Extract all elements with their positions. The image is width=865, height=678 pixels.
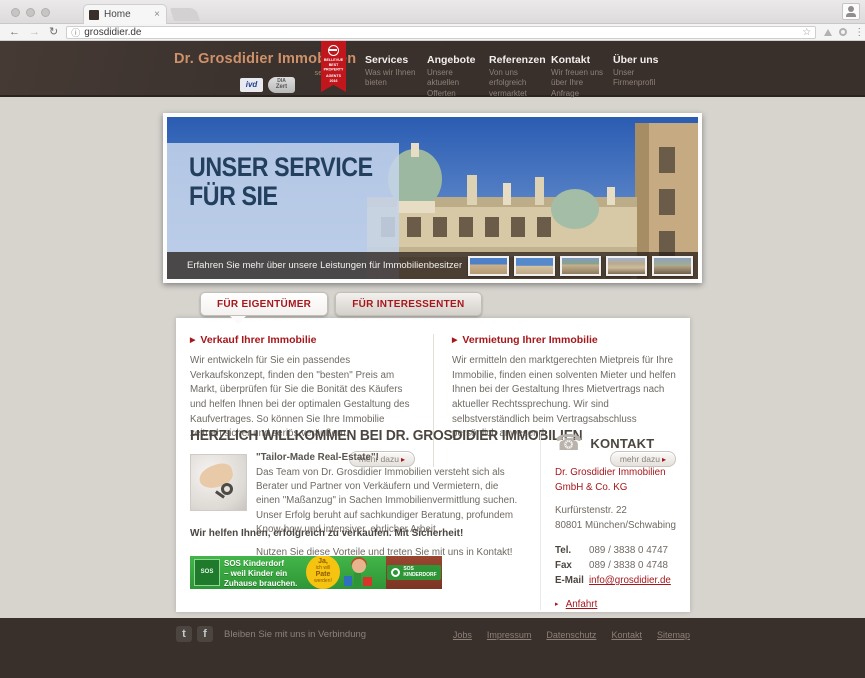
sos-emblem-icon: SOS [194,559,220,586]
hand-key-photo [190,454,247,511]
footer-links: Jobs Impressum Datenschutz Kontakt Sitem… [438,630,690,640]
extension-icon[interactable] [824,29,832,36]
contact-tel-row: Tel. 089 / 3838 0 4747 [555,543,680,558]
active-tab-pointer [230,316,246,324]
footer-link-sitemap[interactable]: Sitemap [657,630,690,640]
welcome-text: "Tailor-Made Real-Estate"! Das Team von … [256,452,518,560]
footer-link-impressum[interactable]: Impressum [487,630,532,640]
footer-link-datenschutz[interactable]: Datenschutz [546,630,596,640]
nav-item-ueber-uns[interactable]: Über uns Unser Firmenprofil [613,54,671,99]
nav-item-referenzen[interactable]: Referenzen Von uns erfolgreich vermarkte… [489,54,547,99]
window-close-button[interactable] [11,8,20,17]
sale-column: ▶Verkauf Ihrer Immobilie Wir entwickeln … [190,334,433,467]
forward-button[interactable]: → [29,27,40,38]
hero-thumbnail[interactable] [514,256,555,276]
tab-fuer-eigentuemer[interactable]: FÜR EIGENTÜMER [200,292,328,316]
sos-kinderdorf-banner[interactable]: SOS SOS Kinderdorf – weil Kinder ein Zuh… [190,556,442,589]
back-button[interactable]: ← [9,27,20,38]
bookmark-star-icon[interactable]: ☆ [802,27,811,38]
ivd-badge: ivd [240,78,263,92]
hero-thumbnails [463,256,693,276]
nav-item-kontakt[interactable]: Kontakt Wir freuen uns über Ihre Anfrage [551,54,609,99]
welcome-closing: Wir helfen Ihnen, erfolgreich zu verkauf… [190,528,463,539]
hero-thumbnail[interactable] [468,256,509,276]
new-tab-button[interactable] [170,8,200,21]
nav-item-angebote[interactable]: Angebote Unsere aktuellen Offerten [427,54,485,99]
welcome-intro: "Tailor-Made Real-Estate"! [256,452,518,463]
facebook-icon[interactable]: f [197,626,213,642]
twitter-icon[interactable]: t [176,626,192,642]
url-text: grosdidier.de [84,27,802,38]
profile-head-shape [848,6,854,12]
sos-ring-icon [391,568,400,577]
page-favicon-icon [89,10,99,20]
sos-pate-badge: Ja, ich will Pate werden! [306,556,340,589]
arrow-marker-icon: ▶ [452,337,457,344]
profile-body-shape [846,13,856,17]
sos-child-photo [340,556,386,589]
window-titlebar: Home × [0,0,865,24]
site-footer: t f Bleiben Sie mit uns in Verbindung Jo… [0,618,865,678]
hero-thumbnail[interactable] [606,256,647,276]
site-header: Dr. Grosdidier Immobilien seit 1964 ivd … [0,41,865,97]
anfahrt-link[interactable]: Anfahrt [566,599,598,610]
window-minimize-button[interactable] [26,8,35,17]
content-card: ▶Verkauf Ihrer Immobilie Wir entwickeln … [176,318,690,612]
contact-sidebar: ☎ KONTAKT Dr. Grosdidier Immobilien GmbH… [540,432,680,610]
window-maximize-button[interactable] [41,8,50,17]
globe-icon [328,45,339,56]
arrow-marker-icon: ▶ [190,337,195,344]
welcome-heading: HERZLICH WILLKOMMEN BEI DR. GROSDIDIER I… [190,428,582,444]
phone-icon: ☎ [555,432,582,454]
browser-tab[interactable]: Home × [83,4,167,24]
reload-button[interactable]: ↻ [49,27,58,38]
dia-zert-badge: DIA Zert [268,77,295,93]
key-icon [221,483,233,495]
hero-banner: UNSER SERVICE FÜR SIE Erfahren Sie mehr … [163,113,702,283]
tab-title: Home [104,9,153,20]
url-bar[interactable]: ⓘ grosdidier.de ☆ [66,26,816,39]
footer-link-kontakt[interactable]: Kontakt [611,630,642,640]
contact-email-row: E-Mail info@grosdidier.de [555,573,680,588]
contact-company: Dr. Grosdidier Immobilien GmbH & Co. KG [555,466,680,495]
hero-caption[interactable]: Erfahren Sie mehr über unsere Leistungen… [187,260,462,271]
hero-thumbnail[interactable] [560,256,601,276]
contact-fax-row: Fax 089 / 3838 0 4748 [555,558,680,573]
bellevue-award-ribbon: BELLEVUE BEST PROPERTY AGENTS 2016 [321,41,346,92]
welcome-paragraph-1: Das Team von Dr. Grosdidier Immobilien v… [256,466,518,537]
sos-logo-panel: SOSKINDERDORF [386,556,442,589]
footer-link-jobs[interactable]: Jobs [453,630,472,640]
tab-fuer-interessenten[interactable]: FÜR INTERESSENTEN [335,292,481,316]
contact-address: Kurfürstenstr. 22 80801 München/Schwabin… [555,504,680,533]
arrow-marker-icon: ▸ [555,601,559,608]
sos-banner-text: SOS Kinderdorf – weil Kinder ein Zuhause… [224,556,306,589]
audience-tabs: FÜR EIGENTÜMER FÜR INTERESSENTEN [200,292,482,316]
profile-icon[interactable] [842,3,860,20]
rent-heading[interactable]: ▶Vermietung Ihrer Immobilie [452,334,676,346]
extension-globe-icon[interactable] [839,28,847,36]
hero-thumbnail[interactable] [652,256,693,276]
footer-social-text: Bleiben Sie mit uns in Verbindung [224,629,366,640]
main-navigation: Services Was wir Ihnen bieten Angebote U… [365,54,675,99]
browser-toolbar: ← → ↻ ⓘ grosdidier.de ☆ ⋮ [0,24,865,41]
tab-close-icon[interactable]: × [153,9,161,20]
page-info-icon[interactable]: ⓘ [71,26,80,39]
nav-item-services[interactable]: Services Was wir Ihnen bieten [365,54,423,99]
email-link[interactable]: info@grosdidier.de [589,573,671,588]
browser-menu-icon[interactable]: ⋮ [854,27,864,38]
sale-heading[interactable]: ▶Verkauf Ihrer Immobilie [190,334,415,346]
sos-kinderdorf-logo: SOSKINDERDORF [387,565,440,581]
hero-photo: UNSER SERVICE FÜR SIE Erfahren Sie mehr … [167,117,698,279]
hero-title: UNSER SERVICE FÜR SIE [189,153,373,211]
contact-heading: KONTAKT [590,436,654,451]
